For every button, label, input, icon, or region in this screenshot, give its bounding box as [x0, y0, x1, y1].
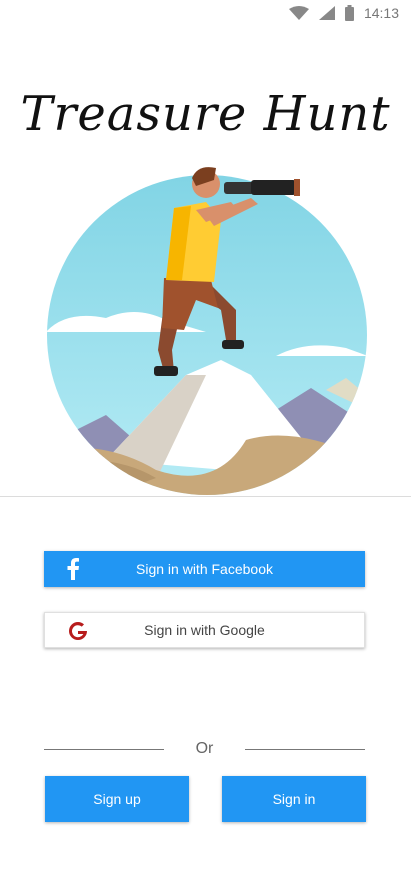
- signup-button[interactable]: Sign up: [45, 776, 189, 822]
- facebook-icon: [66, 551, 80, 587]
- cell-signal-icon: [318, 6, 335, 20]
- hero-illustration: [46, 160, 368, 496]
- divider-line-right: [245, 749, 365, 750]
- status-time: 14:13: [363, 5, 399, 21]
- battery-icon: [344, 5, 354, 21]
- google-icon: [67, 613, 89, 649]
- facebook-signin-label: Sign in with Facebook: [136, 561, 273, 577]
- google-signin-button[interactable]: Sign in with Google: [44, 612, 365, 648]
- facebook-signin-button[interactable]: Sign in with Facebook: [44, 551, 365, 587]
- status-bar: 14:13: [0, 0, 411, 26]
- or-divider: Or: [44, 740, 365, 760]
- google-signin-label: Sign in with Google: [144, 622, 265, 638]
- app-title: Treasure Hunt: [20, 86, 391, 142]
- wifi-icon: [288, 6, 309, 20]
- divider: [0, 496, 411, 497]
- signin-button[interactable]: Sign in: [222, 776, 366, 822]
